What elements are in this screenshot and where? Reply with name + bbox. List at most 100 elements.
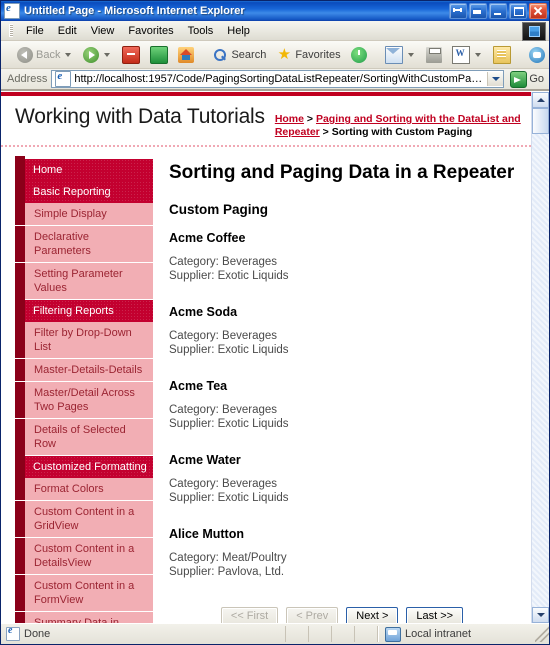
product-item: Alice Mutton Category: Meat/Poultry Suppli…: [169, 527, 515, 579]
menu-item-tools[interactable]: Tools: [181, 23, 221, 39]
go-label: Go: [529, 73, 544, 85]
discuss-button[interactable]: [489, 43, 515, 67]
sidebar-nav: Home Basic Reporting Simple Display Declara…: [15, 156, 153, 623]
ie-document-icon: [4, 2, 20, 19]
menu-item-view[interactable]: View: [84, 23, 122, 39]
site-header: Working with Data Tutorials Home > Pagin…: [1, 96, 531, 147]
back-button[interactable]: Back: [13, 44, 77, 66]
menu-item-file[interactable]: File: [19, 23, 51, 39]
go-arrow-icon: [510, 70, 528, 88]
pager-button[interactable]: Last >>: [406, 607, 464, 623]
status-message: Done: [1, 625, 286, 642]
sidebar-item[interactable]: Format Colors: [15, 478, 153, 501]
sidebar-section-header[interactable]: Home: [15, 156, 153, 184]
menu-bar: File Edit View Favorites Tools Help: [1, 21, 549, 41]
product-supplier: Supplier: Pavlova, Ltd.: [169, 566, 285, 578]
pager-button[interactable]: Next >: [346, 607, 399, 623]
mail-dropdown-icon[interactable]: [407, 52, 414, 57]
page-icon: [55, 70, 72, 87]
sidebar-item[interactable]: Summary Data in Footer: [15, 612, 153, 623]
product-name: Acme Soda: [169, 305, 238, 319]
content-heading: Sorting and Paging Data in a Repeater: [169, 162, 515, 183]
address-dropdown-icon[interactable]: [487, 72, 504, 86]
discussions-icon: [492, 45, 511, 64]
back-arrow-icon: [17, 46, 33, 63]
refresh-icon: [150, 45, 169, 64]
menu-item-edit[interactable]: Edit: [51, 23, 84, 39]
restore-group-button[interactable]: [449, 3, 467, 19]
windows-logo-icon: [522, 22, 546, 41]
printer-icon: [425, 46, 442, 63]
product-category: Category: Beverages: [169, 330, 278, 342]
maximize-button[interactable]: [509, 3, 527, 19]
scroll-up-button[interactable]: [532, 92, 549, 108]
forward-dropdown-icon[interactable]: [104, 52, 111, 57]
star-icon: ★: [277, 45, 292, 63]
sidebar-item[interactable]: Details of Selected Row: [15, 419, 153, 456]
menu-grip[interactable]: [9, 24, 13, 37]
tab-restore-button[interactable]: [469, 3, 487, 19]
product-category: Category: Meat/Poultry: [169, 552, 287, 564]
stop-icon: [122, 45, 141, 64]
page-title: Working with Data Tutorials: [15, 105, 265, 128]
sidebar-item[interactable]: Filter by Drop-Down List: [15, 322, 153, 359]
breadcrumb: Home > Paging and Sorting with the DataL…: [275, 105, 521, 139]
print-button[interactable]: [422, 44, 446, 66]
mail-button[interactable]: [381, 43, 420, 67]
product-name: Alice Mutton: [169, 527, 244, 541]
stop-button[interactable]: [118, 43, 144, 67]
history-button[interactable]: [347, 44, 371, 66]
word-edit-icon: [451, 45, 470, 64]
resize-grip[interactable]: [535, 626, 549, 642]
security-zone[interactable]: Local intranet: [378, 626, 535, 642]
menu-item-help[interactable]: Help: [220, 23, 257, 39]
status-page-icon: [6, 625, 20, 641]
menu-item-favorites[interactable]: Favorites: [121, 23, 180, 39]
edit-button[interactable]: [448, 43, 487, 67]
zone-label: Local intranet: [405, 628, 472, 640]
breadcrumb-separator-2: >: [319, 126, 332, 138]
sidebar-item[interactable]: Setting Parameter Values: [15, 263, 153, 300]
sidebar-item[interactable]: Custom Content in a GridView: [15, 501, 153, 538]
favorites-button[interactable]: ★ Favorites: [272, 44, 344, 66]
intranet-zone-icon: [385, 626, 401, 642]
window-controls: [449, 3, 547, 19]
vertical-scrollbar[interactable]: [531, 92, 549, 623]
forward-button[interactable]: [79, 44, 116, 66]
product-item: Acme Coffee Category: Beverages Supplier: …: [169, 231, 515, 283]
close-button[interactable]: [529, 3, 547, 19]
product-category: Category: Beverages: [169, 404, 278, 416]
sidebar-item[interactable]: Simple Display: [15, 203, 153, 226]
sidebar-item[interactable]: Custom Content in a FormView: [15, 575, 153, 612]
messenger-button[interactable]: [525, 44, 549, 66]
edit-dropdown-icon[interactable]: [474, 52, 481, 57]
search-button[interactable]: Search: [208, 44, 270, 66]
scroll-down-button[interactable]: [532, 607, 549, 623]
sidebar-item[interactable]: Declarative Parameters: [15, 226, 153, 263]
page-viewport: Working with Data Tutorials Home > Pagin…: [1, 91, 549, 623]
sidebar-item[interactable]: Master-Details-Details: [15, 359, 153, 382]
sidebar-section-header[interactable]: Basic Reporting: [15, 178, 153, 206]
scrollbar-thumb[interactable]: [532, 108, 549, 134]
sidebar-item[interactable]: Master/Detail Across Two Pages: [15, 382, 153, 419]
scrollbar-track[interactable]: [532, 134, 549, 607]
back-dropdown-icon[interactable]: [65, 52, 72, 57]
sidebar-section-header[interactable]: Filtering Reports: [15, 297, 153, 325]
minimize-button[interactable]: [489, 3, 507, 19]
address-input[interactable]: http://localhost:1957/Code/PagingSorting…: [51, 70, 505, 88]
address-label: Address: [7, 73, 48, 85]
sidebar-section-header[interactable]: Customized Formatting: [15, 453, 153, 481]
refresh-button[interactable]: [146, 43, 172, 67]
pager-button: << First: [220, 607, 279, 623]
history-icon: [350, 46, 367, 63]
web-page: Working with Data Tutorials Home > Pagin…: [1, 92, 531, 623]
sidebar-item[interactable]: Custom Content in a DetailsView: [15, 538, 153, 575]
status-bar: Done Local intranet: [1, 623, 549, 644]
breadcrumb-home-link[interactable]: Home: [275, 113, 304, 125]
product-name: Acme Coffee: [169, 231, 246, 245]
home-button[interactable]: [174, 44, 198, 66]
messenger-icon: [528, 46, 545, 63]
product-category: Category: Beverages: [169, 256, 278, 268]
status-cell-2: [309, 626, 332, 642]
go-button[interactable]: Go: [508, 70, 549, 88]
